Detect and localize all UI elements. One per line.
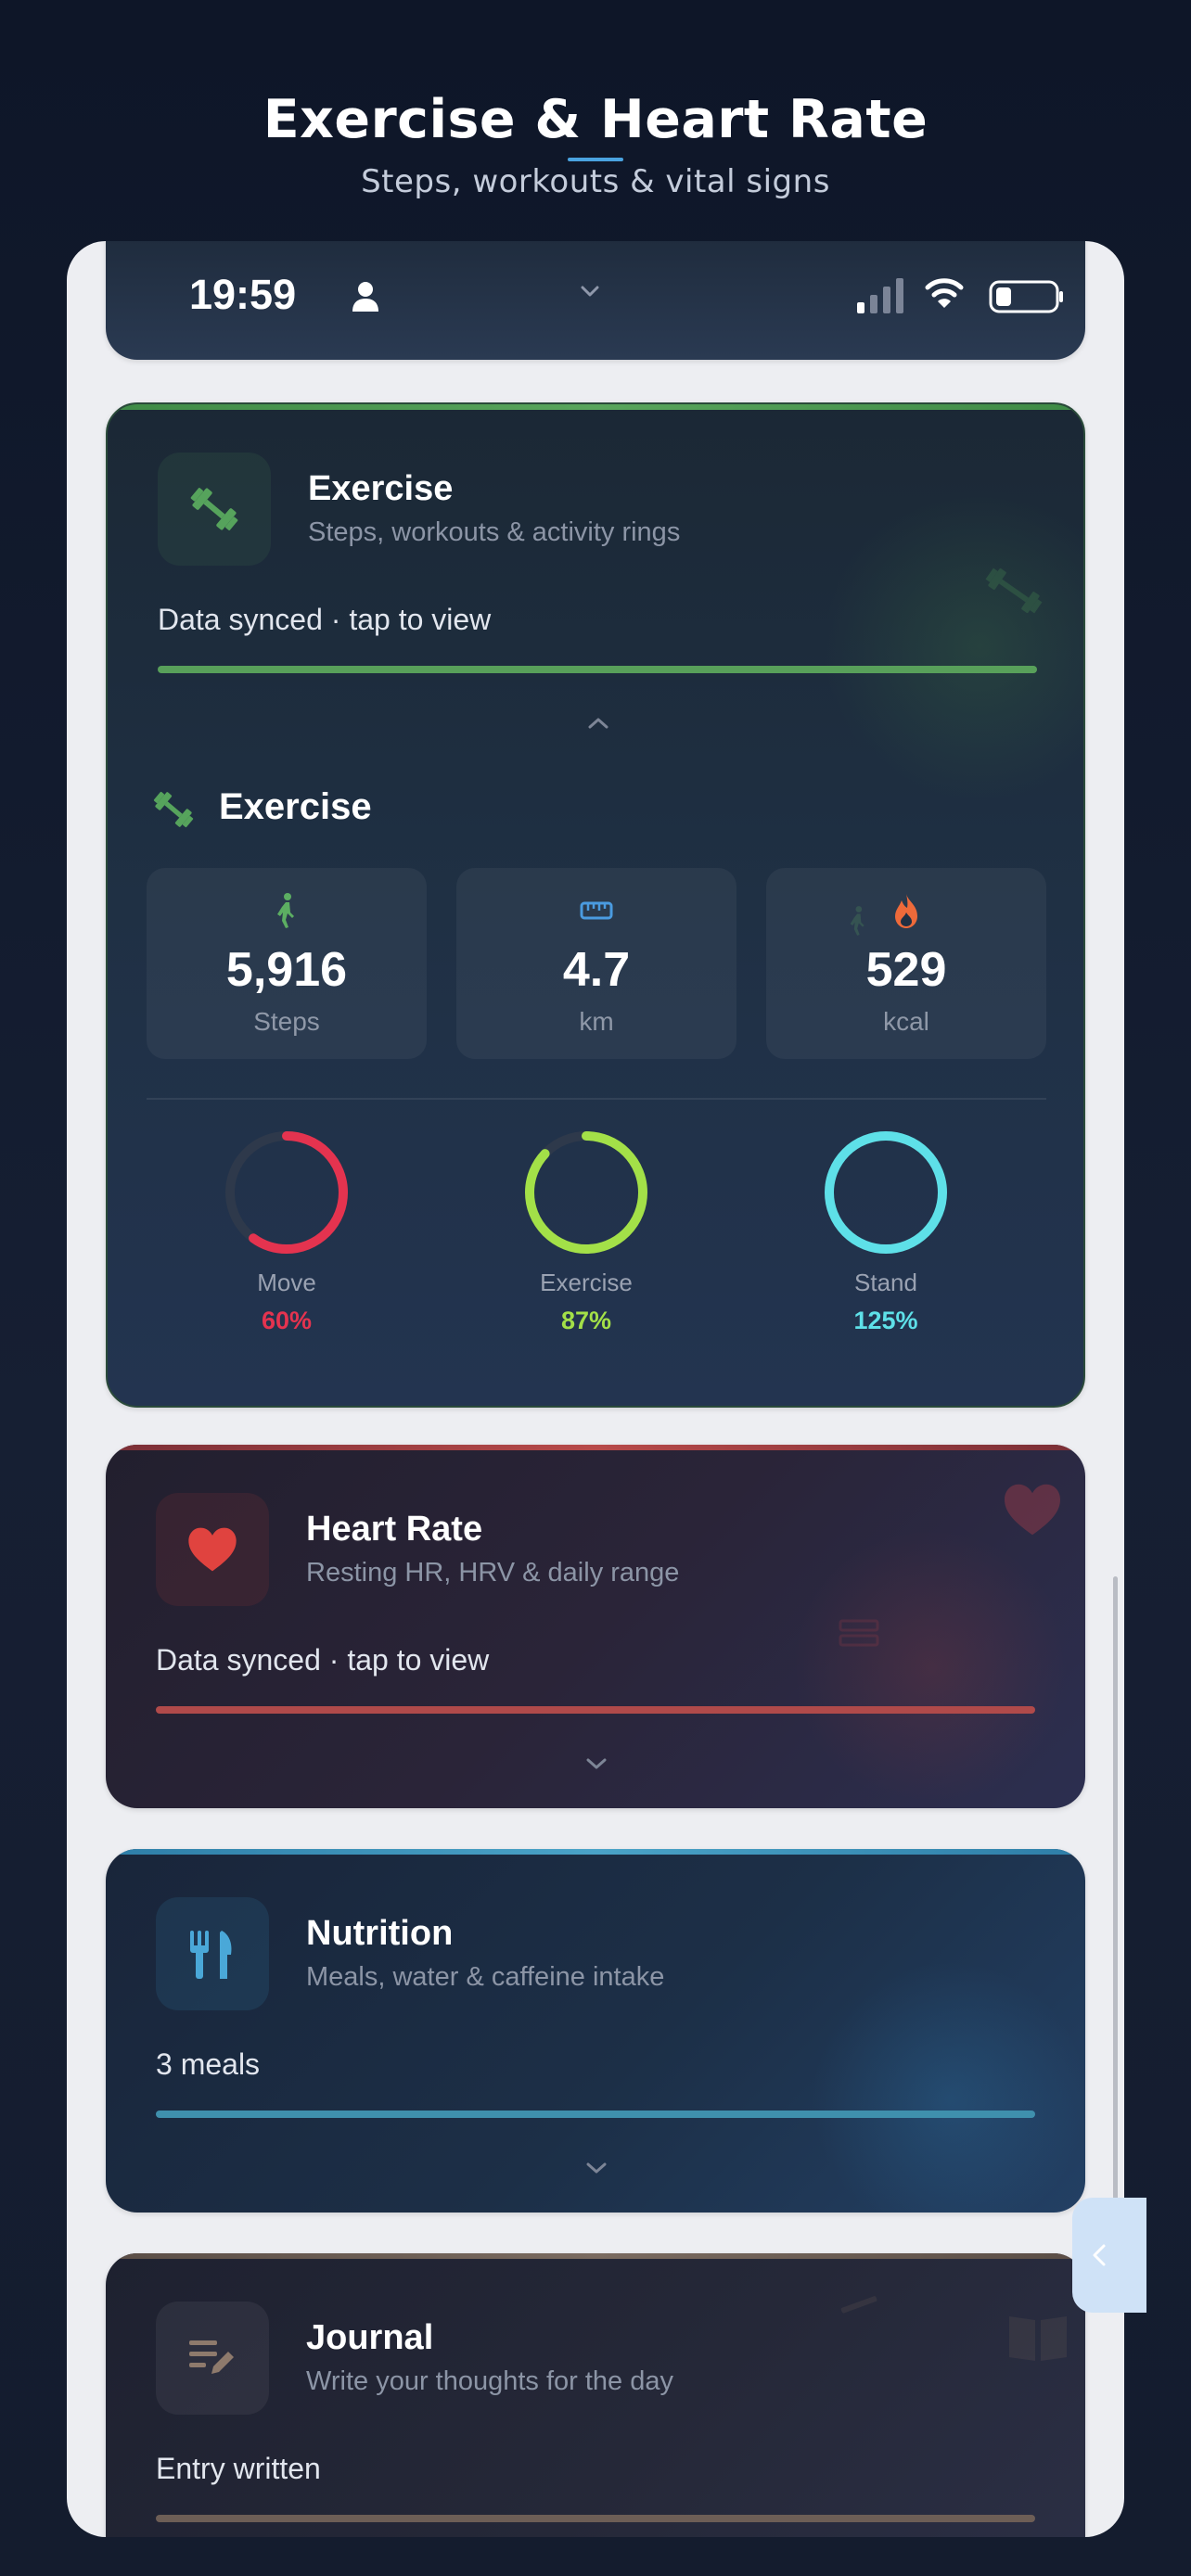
flame-icon [895, 894, 917, 928]
fork-knife-icon [190, 1931, 232, 1979]
dumbbell-icon [190, 488, 238, 530]
phone-frame: 19:59 Exercise Steps, workouts & activit… [67, 241, 1124, 2537]
move-ring[interactable]: Move 60% [203, 1128, 370, 1335]
status-bar-card: 19:59 [106, 241, 1085, 360]
journal-card-title: Journal [306, 2318, 434, 2357]
nutrition-card-title: Nutrition [306, 1914, 454, 1953]
edit-note-icon [189, 2340, 234, 2374]
heart-progress-bar [156, 1706, 1035, 1714]
move-ring-percent: 60% [261, 1307, 313, 1334]
nutrition-status: 3 meals [156, 2047, 261, 2081]
exercise-ring-percent: 87% [560, 1307, 612, 1334]
distance-value: 4.7 [562, 943, 631, 997]
chevron-down-icon[interactable] [577, 282, 603, 300]
stand-ring-percent: 125% [853, 1307, 918, 1334]
nutrition-card[interactable]: Nutrition Meals, water & caffeine intake… [106, 1849, 1085, 2213]
exercise-ring[interactable]: Exercise 87% [503, 1128, 670, 1335]
chevron-down-icon[interactable] [583, 1754, 610, 1773]
side-drawer-tab[interactable] [1072, 2198, 1146, 2313]
card-glow [811, 1960, 1085, 2213]
stand-ring-arc [825, 1131, 947, 1254]
person-icon [352, 282, 378, 312]
exercise-icon-tile [158, 453, 271, 566]
nutrition-card-subtitle: Meals, water & caffeine intake [306, 1962, 665, 1992]
page-header: Exercise & Heart Rate Steps, workouts & … [0, 0, 1191, 232]
heart-icon [188, 1527, 237, 1572]
walking-watermark-icon [850, 906, 864, 936]
card-accent-bar [108, 404, 1083, 410]
exercise-progress-bar [158, 666, 1037, 673]
ruler-icon [580, 901, 613, 920]
exercise-ring-label: Exercise [540, 1269, 633, 1296]
distance-stat[interactable]: 4.7 km [456, 868, 736, 1059]
journal-icon-tile [156, 2302, 269, 2415]
exercise-card-title: Exercise [308, 469, 454, 508]
chevron-down-icon[interactable] [583, 2159, 610, 2177]
stand-ring-chart [825, 1131, 947, 1254]
heart-watermark-icon [1005, 1484, 1060, 1536]
heart-watermark-icon [839, 1619, 879, 1647]
exercise-sync-status: Data synced · tap to view [158, 603, 492, 636]
card-glow [792, 1528, 1070, 1806]
walking-icon [277, 893, 294, 928]
calories-value: 529 [865, 943, 947, 997]
journal-card[interactable]: Journal Write your thoughts for the day … [106, 2253, 1085, 2537]
card-accent-bar [106, 1445, 1085, 1450]
move-ring-label: Move [257, 1269, 316, 1296]
dumbbell-icon [153, 791, 194, 828]
stand-ring-label: Stand [854, 1269, 917, 1296]
nutrition-progress-bar [156, 2111, 1035, 2118]
calories-unit: kcal [883, 1007, 929, 1036]
heart-icon-tile [156, 1493, 269, 1606]
card-accent-bar [106, 2253, 1085, 2259]
exercise-card[interactable]: Exercise Steps, workouts & activity ring… [106, 402, 1085, 1408]
distance-unit: km [579, 1007, 614, 1036]
cellular-signal-icon [857, 278, 903, 313]
exercise-card-subtitle: Steps, workouts & activity rings [308, 517, 681, 547]
dumbbell-watermark-icon [985, 567, 1043, 614]
scrollbar-thumb[interactable] [1113, 1576, 1118, 2272]
card-glow [822, 488, 1083, 803]
pencil-watermark-icon [840, 2296, 877, 2314]
title-underline [568, 158, 623, 161]
steps-stat[interactable]: 5,916 Steps [147, 868, 427, 1059]
heart-sync-status: Data synced · tap to view [156, 1643, 490, 1677]
book-watermark-icon [1009, 2316, 1067, 2361]
card-accent-bar [106, 1849, 1085, 1855]
steps-value: 5,916 [225, 943, 348, 997]
journal-progress-bar [156, 2515, 1035, 2522]
chevron-left-icon [1093, 2244, 1106, 2266]
nutrition-icon-tile [156, 1897, 269, 2010]
exercise-ring-arc [525, 1131, 647, 1254]
exercise-section-title: Exercise [219, 786, 372, 827]
page-subtitle: Steps, workouts & vital signs [361, 163, 830, 200]
page-title: Exercise & Heart Rate [263, 89, 928, 150]
exercise-ring-chart [525, 1131, 647, 1254]
heart-card-subtitle: Resting HR, HRV & daily range [306, 1558, 680, 1588]
section-divider [147, 1098, 1046, 1100]
chevron-up-icon[interactable] [584, 714, 612, 733]
calories-stat[interactable]: 529 kcal [766, 868, 1046, 1059]
heart-card-title: Heart Rate [306, 1510, 483, 1549]
status-time: 19:59 [189, 271, 297, 318]
heart-rate-card[interactable]: Heart Rate Resting HR, HRV & daily range… [106, 1445, 1085, 1808]
stand-ring[interactable]: Stand 125% [802, 1128, 969, 1335]
wifi-icon [925, 278, 964, 308]
journal-status: Entry written [156, 2452, 321, 2485]
steps-unit: Steps [253, 1007, 320, 1036]
battery-icon [989, 280, 1063, 313]
move-ring-chart [225, 1131, 348, 1254]
journal-card-subtitle: Write your thoughts for the day [306, 2366, 674, 2396]
